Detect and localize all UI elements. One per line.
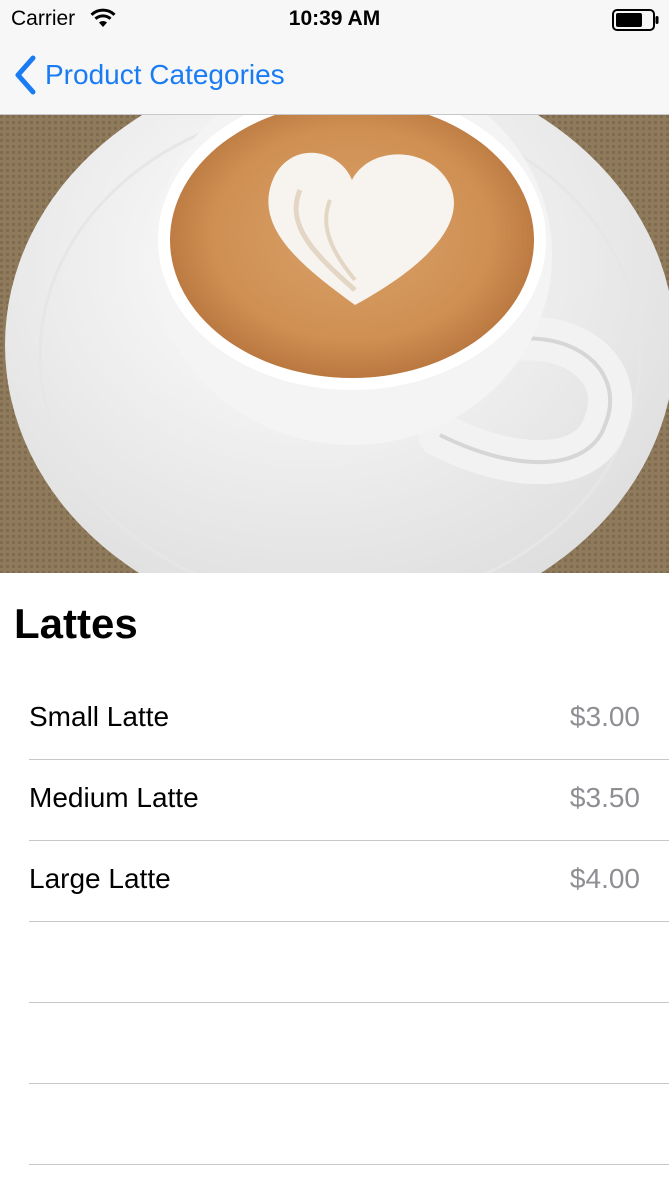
- product-price: $4.00: [569, 863, 640, 894]
- product-row-medium-latte[interactable]: Medium Latte $3.50: [29, 760, 669, 841]
- empty-row: [29, 922, 669, 1003]
- product-price: $3.00: [569, 701, 640, 732]
- category-hero-image: [0, 115, 669, 573]
- empty-row: [29, 1003, 669, 1084]
- back-button[interactable]: Product Categories: [13, 54, 285, 96]
- battery-icon: [612, 9, 660, 37]
- category-title: Lattes: [14, 600, 138, 647]
- product-row-large-latte[interactable]: Large Latte $4.00: [29, 841, 669, 922]
- navigation-bar: Product Categories: [0, 38, 669, 115]
- back-button-label: Product Categories: [45, 59, 285, 90]
- product-list: Small Latte $3.00 Medium Latte $3.50 Lar…: [0, 679, 669, 1165]
- product-name: Small Latte: [29, 701, 170, 732]
- empty-row: [29, 1084, 669, 1165]
- product-name: Medium Latte: [29, 782, 199, 813]
- status-time: 10:39 AM: [288, 7, 381, 30]
- status-bar: Carrier 10:39 AM: [0, 0, 669, 38]
- product-row-small-latte[interactable]: Small Latte $3.00: [29, 679, 669, 760]
- product-price: $3.50: [569, 782, 640, 813]
- product-name: Large Latte: [29, 863, 171, 894]
- chevron-left-icon: [15, 55, 36, 95]
